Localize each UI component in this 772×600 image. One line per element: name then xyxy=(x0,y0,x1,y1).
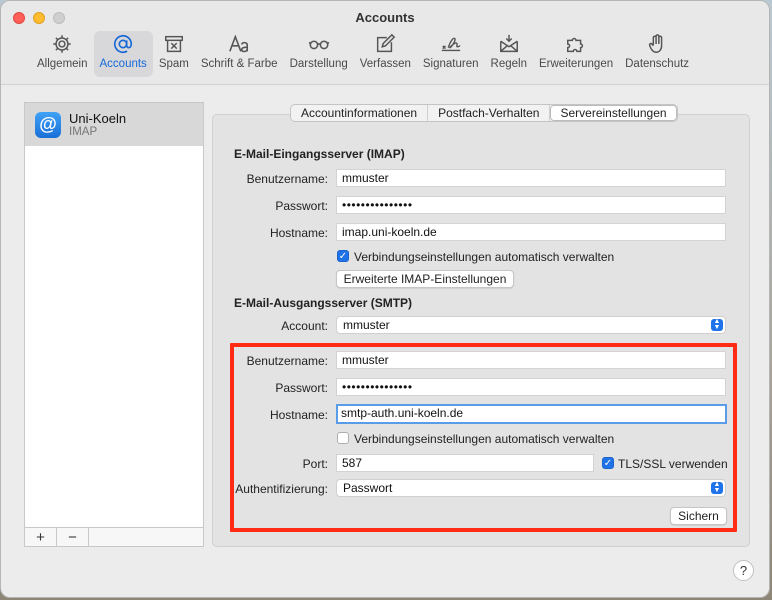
incoming-password-field[interactable]: ••••••••••••••• xyxy=(336,196,726,214)
hand-icon xyxy=(645,31,669,57)
smtp-account-value: mmuster xyxy=(343,318,390,332)
incoming-auto-manage-checkbox[interactable]: ✓ xyxy=(337,250,349,262)
incoming-password-label: Passwort: xyxy=(275,199,328,213)
titlebar: Accounts Allgemein Accounts Spam Schrift… xyxy=(1,1,769,85)
save-button[interactable]: Sichern xyxy=(670,507,727,525)
toolbar-general-label: Allgemein xyxy=(37,58,88,70)
select-arrows-icon: ▲ ▼ xyxy=(711,318,723,331)
smtp-hostname-label: Hostname: xyxy=(269,408,328,422)
toolbar-signatures[interactable]: Signaturen xyxy=(417,31,485,77)
advanced-imap-settings-button[interactable]: Erweiterte IMAP-Einstellungen xyxy=(336,270,514,288)
puzzle-icon xyxy=(564,31,588,57)
toolbar-compose-label: Verfassen xyxy=(359,58,411,70)
account-text: Uni-Koeln IMAP xyxy=(69,111,126,139)
incoming-username-field[interactable]: mmuster xyxy=(336,169,726,187)
accounts-window: Accounts Allgemein Accounts Spam Schrift… xyxy=(0,0,770,598)
toolbar-rules-label: Regeln xyxy=(490,58,527,70)
tab-bar: Accountinformationen Postfach-Verhalten … xyxy=(290,104,678,122)
smtp-auth-select[interactable]: Passwort ▲ ▼ xyxy=(336,479,726,497)
incoming-server-title: E-Mail-Eingangsserver (IMAP) xyxy=(234,147,405,161)
at-icon xyxy=(111,31,135,57)
fonts-icon xyxy=(227,31,251,57)
toolbar-privacy-label: Datenschutz xyxy=(625,58,690,70)
tab-mailbox-behavior[interactable]: Postfach-Verhalten xyxy=(428,105,551,121)
account-item-uni-koeln[interactable]: @ Uni-Koeln IMAP xyxy=(25,103,203,146)
toolbar-extensions-label: Erweiterungen xyxy=(538,58,614,70)
add-account-button[interactable]: + xyxy=(25,528,57,546)
toolbar-fonts-label: Schrift & Farbe xyxy=(200,58,278,70)
tls-ssl-label: TLS/SSL verwenden xyxy=(618,457,728,471)
smtp-auth-value: Passwort xyxy=(343,481,393,495)
smtp-port-label: Port: xyxy=(302,457,328,471)
glasses-icon xyxy=(307,31,331,57)
toolbar-extensions[interactable]: Erweiterungen xyxy=(533,31,619,77)
help-button[interactable]: ? xyxy=(733,560,754,581)
smtp-port-field[interactable]: 587 xyxy=(336,454,594,472)
smtp-account-label: Account: xyxy=(281,319,328,333)
account-type: IMAP xyxy=(69,125,98,138)
incoming-hostname-field[interactable]: imap.uni-koeln.de xyxy=(336,223,726,241)
smtp-password-field[interactable]: ••••••••••••••• xyxy=(336,378,726,396)
smtp-account-select[interactable]: mmuster ▲ ▼ xyxy=(336,316,726,334)
preferences-toolbar: Allgemein Accounts Spam Schrift & Farbe xyxy=(31,31,695,79)
at-icon: @ xyxy=(35,111,61,138)
tab-server-settings[interactable]: Servereinstellungen xyxy=(550,105,677,121)
incoming-auto-manage-label: Verbindungseinstellungen automatisch ver… xyxy=(354,250,615,264)
smtp-username-field[interactable]: mmuster xyxy=(336,351,726,369)
toolbar-accounts-label: Accounts xyxy=(99,58,147,70)
select-arrows-icon: ▲ ▼ xyxy=(711,481,723,494)
toolbar-display[interactable]: Darstellung xyxy=(284,31,354,77)
incoming-username-label: Benutzername: xyxy=(246,172,328,186)
toolbar-display-label: Darstellung xyxy=(289,58,348,70)
smtp-auth-label: Authentifizierung: xyxy=(235,482,328,496)
toolbar-general[interactable]: Allgemein xyxy=(31,31,94,77)
tab-account-information[interactable]: Accountinformationen xyxy=(291,105,429,121)
tls-ssl-checkbox[interactable]: ✓ xyxy=(602,457,614,469)
toolbar-signatures-label: Signaturen xyxy=(422,58,479,70)
smtp-hostname-field[interactable]: smtp-auth.uni-koeln.de xyxy=(336,404,727,424)
sidebar-footer: + − xyxy=(25,527,203,546)
outgoing-server-title: E-Mail-Ausgangsserver (SMTP) xyxy=(234,296,413,310)
incoming-hostname-label: Hostname: xyxy=(269,226,328,240)
accounts-sidebar: @ Uni-Koeln IMAP + − xyxy=(24,102,204,547)
toolbar-compose[interactable]: Verfassen xyxy=(354,31,417,77)
toolbar-spam-label: Spam xyxy=(158,58,189,70)
compose-icon xyxy=(373,31,397,57)
toolbar-spam[interactable]: Spam xyxy=(153,31,195,77)
window-title: Accounts xyxy=(355,10,415,25)
smtp-auto-manage-checkbox[interactable] xyxy=(337,432,349,444)
rules-envelope-icon xyxy=(497,31,521,57)
remove-account-button[interactable]: − xyxy=(57,528,89,546)
toolbar-fonts[interactable]: Schrift & Farbe xyxy=(195,31,284,77)
signature-icon xyxy=(439,31,463,57)
toolbar-rules[interactable]: Regeln xyxy=(485,31,533,77)
smtp-password-label: Passwort: xyxy=(275,381,328,395)
gear-icon xyxy=(50,31,74,57)
account-name: Uni-Koeln xyxy=(69,110,127,126)
smtp-username-label: Benutzername: xyxy=(246,354,328,368)
toolbar-privacy[interactable]: Datenschutz xyxy=(619,31,695,77)
smtp-auto-manage-label: Verbindungseinstellungen automatisch ver… xyxy=(354,432,615,446)
trash-box-icon xyxy=(162,31,186,57)
toolbar-accounts[interactable]: Accounts xyxy=(93,31,153,77)
